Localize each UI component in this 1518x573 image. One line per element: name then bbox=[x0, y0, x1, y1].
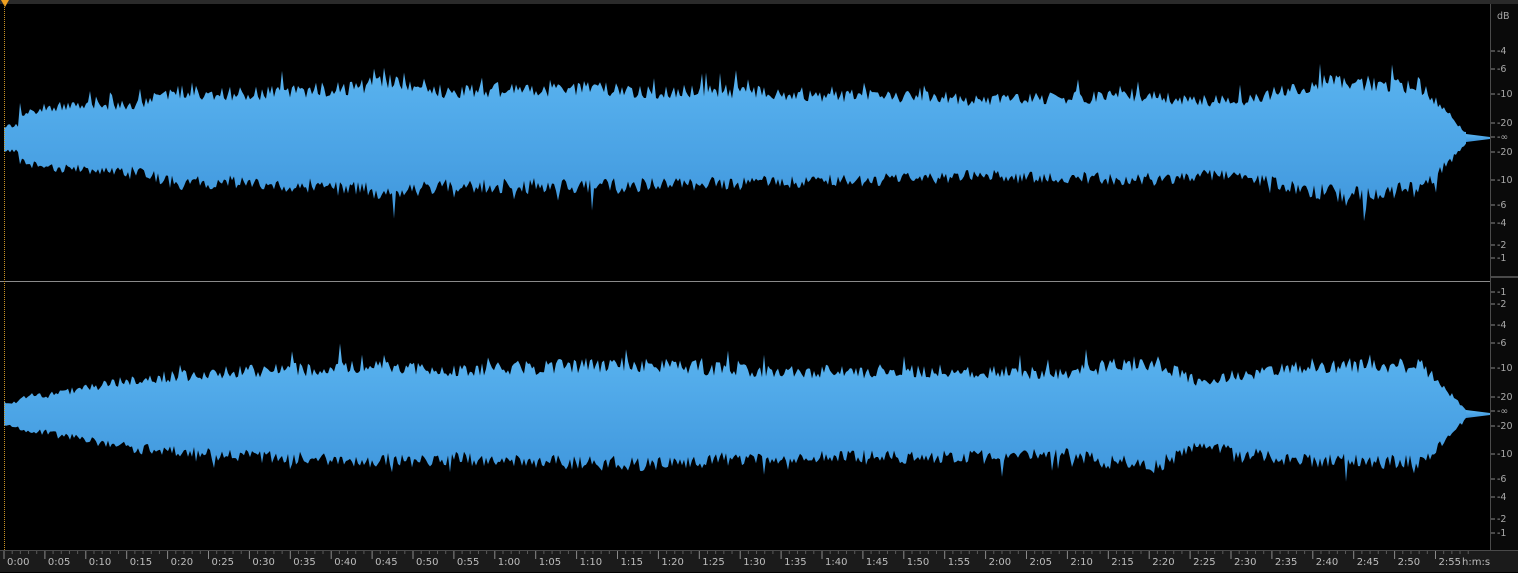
time-label: 0:20 bbox=[171, 557, 193, 568]
time-unit-label: h:m:s bbox=[1462, 557, 1490, 568]
waveform-channel-bottom[interactable] bbox=[4, 343, 1466, 482]
db-label-top: -4 bbox=[1497, 218, 1506, 229]
time-label: 2:05 bbox=[1030, 557, 1052, 568]
time-label: 0:50 bbox=[416, 557, 438, 568]
db-label-bottom: -20 bbox=[1497, 421, 1513, 432]
time-label: 1:45 bbox=[866, 557, 888, 568]
time-label: 0:30 bbox=[252, 557, 274, 568]
waveform-area[interactable] bbox=[0, 4, 1490, 550]
time-label: 1:00 bbox=[498, 557, 520, 568]
time-label: 0:45 bbox=[375, 557, 397, 568]
db-label-bottom: -10 bbox=[1497, 449, 1513, 460]
playhead-marker-icon[interactable] bbox=[1, 0, 9, 7]
time-label: 1:50 bbox=[907, 557, 929, 568]
db-unit-label: dB bbox=[1497, 11, 1510, 22]
db-label-bottom: -20 bbox=[1497, 392, 1513, 403]
db-label-top: -10 bbox=[1497, 89, 1513, 100]
time-label: 2:15 bbox=[1111, 557, 1133, 568]
channel-divider[interactable] bbox=[0, 281, 1490, 282]
db-ruler[interactable]: dB -4 -6 -10 -20 -∞ -20 -10 -6 -4 -2 -1 -1 -2 -4 -6 -10-… bbox=[1490, 4, 1518, 550]
time-label: 0:40 bbox=[334, 557, 356, 568]
time-label: 2:45 bbox=[1357, 557, 1379, 568]
time-label: 1:35 bbox=[784, 557, 806, 568]
time-ruler-canvas: 0:00 0:05 0:10 0:15 0:20 0:25 0:30 0:35 0:40 0:45… bbox=[3, 551, 1490, 568]
db-label-top: -20 bbox=[1497, 118, 1513, 129]
db-label-bottom: -∞ bbox=[1497, 406, 1508, 417]
db-label-top: -6 bbox=[1497, 64, 1506, 75]
time-label: 0:25 bbox=[212, 557, 234, 568]
db-label-bottom: -4 bbox=[1497, 320, 1506, 331]
db-label-bottom: -10 bbox=[1497, 363, 1513, 374]
db-label-bottom: -4 bbox=[1497, 492, 1506, 503]
waveform-tail-bottom bbox=[1466, 410, 1490, 418]
time-label: 2:10 bbox=[1070, 557, 1092, 568]
time-label: 2:20 bbox=[1152, 557, 1174, 568]
time-label: 1:10 bbox=[580, 557, 602, 568]
db-label-bottom: -1 bbox=[1497, 287, 1506, 298]
time-label: 1:05 bbox=[539, 557, 561, 568]
db-label-bottom: -2 bbox=[1497, 514, 1506, 525]
waveform-canvas[interactable] bbox=[0, 4, 1490, 550]
time-label: 2:35 bbox=[1275, 557, 1297, 568]
db-label-top: -20 bbox=[1497, 147, 1513, 158]
db-label-bottom: -1 bbox=[1497, 528, 1506, 539]
db-label-bottom: -6 bbox=[1497, 474, 1506, 485]
time-label: 2:40 bbox=[1316, 557, 1338, 568]
db-label-bottom: -2 bbox=[1497, 299, 1506, 310]
time-label: 2:00 bbox=[989, 557, 1011, 568]
db-label-top: -6 bbox=[1497, 200, 1506, 211]
time-label: 1:20 bbox=[661, 557, 683, 568]
db-label-top: -∞ bbox=[1497, 132, 1508, 143]
time-label: 1:40 bbox=[825, 557, 847, 568]
time-label: 1:55 bbox=[948, 557, 970, 568]
db-label-top: -4 bbox=[1497, 46, 1506, 57]
db-label-top: -2 bbox=[1497, 240, 1506, 251]
time-label: 1:30 bbox=[743, 557, 765, 568]
waveform-tail-top bbox=[1466, 134, 1490, 142]
time-label: 2:50 bbox=[1398, 557, 1420, 568]
db-label-bottom: -6 bbox=[1497, 338, 1506, 349]
time-label: 0:00 bbox=[7, 557, 29, 568]
db-label-top: -1 bbox=[1497, 253, 1506, 264]
time-label: 1:25 bbox=[702, 557, 724, 568]
time-label: 1:15 bbox=[621, 557, 643, 568]
time-label: 2:30 bbox=[1234, 557, 1256, 568]
playhead-line bbox=[4, 4, 5, 550]
db-label-top: -10 bbox=[1497, 175, 1513, 186]
time-label: 0:55 bbox=[457, 557, 479, 568]
time-label: 0:35 bbox=[293, 557, 315, 568]
waveform-channel-top[interactable] bbox=[4, 63, 1466, 222]
time-label: 2:55 bbox=[1439, 557, 1461, 568]
time-label: 2:25 bbox=[1193, 557, 1215, 568]
time-label: 0:15 bbox=[130, 557, 152, 568]
time-label: 0:10 bbox=[89, 557, 111, 568]
time-ruler[interactable]: 0:00 0:05 0:10 0:15 0:20 0:25 0:30 0:35 0:40 0:45… bbox=[0, 550, 1518, 572]
time-label: 0:05 bbox=[48, 557, 70, 568]
db-ruler-canvas: dB-4-6-10-20-∞-20-10-6-4-2-1-1-2-4-6-10-… bbox=[1491, 11, 1518, 539]
